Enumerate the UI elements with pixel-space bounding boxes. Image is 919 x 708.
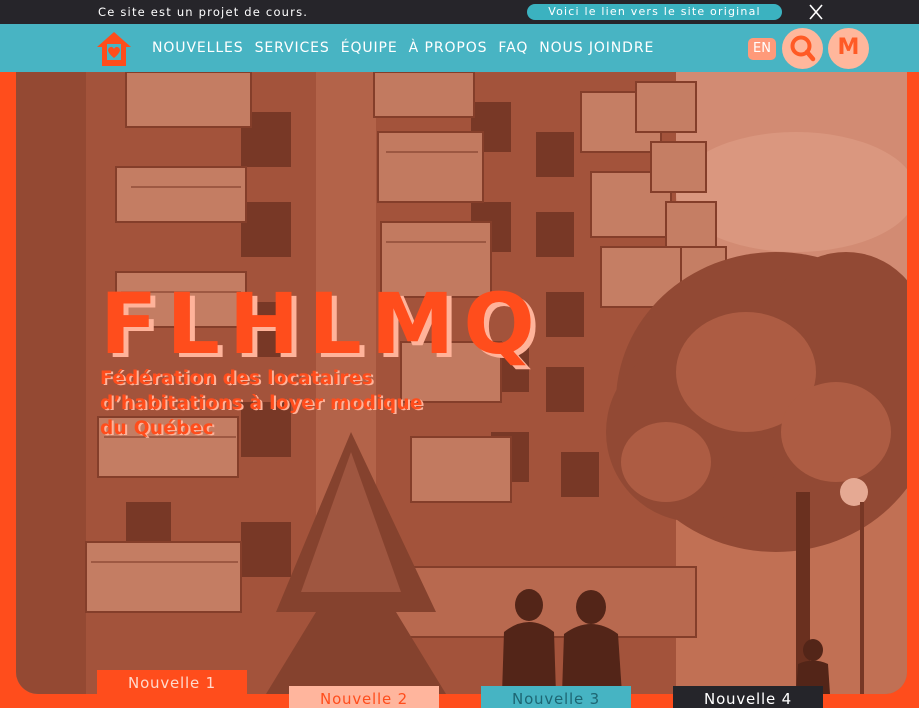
hero-subtitle-line: d’habitations à loyer modique <box>100 393 423 414</box>
language-toggle-button[interactable]: EN <box>748 38 776 60</box>
hero-title: FLHLMQ <box>100 275 544 373</box>
hero-subtitle: Fédération des locataires d’habitations … <box>100 366 544 441</box>
main-navbar: NOUVELLES SERVICES ÉQUIPE À PROPOS FAQ N… <box>0 24 919 72</box>
nav-services[interactable]: SERVICES <box>255 40 330 56</box>
original-site-link[interactable]: Voici le lien vers le site original <box>527 4 782 20</box>
nav-equipe[interactable]: ÉQUIPE <box>341 40 398 56</box>
news-tab-3[interactable]: Nouvelle 3 <box>481 686 631 708</box>
search-button[interactable] <box>782 28 823 69</box>
news-tab-2[interactable]: Nouvelle 2 <box>289 686 439 708</box>
close-icon[interactable] <box>806 3 826 21</box>
hero-subtitle-line: du Québec <box>100 418 214 439</box>
member-button[interactable]: M <box>828 28 869 69</box>
nav-nouvelles[interactable]: NOUVELLES <box>152 40 244 56</box>
hero-title-block: FLHLMQ Fédération des locataires d’habit… <box>100 282 544 441</box>
course-project-banner: Ce site est un projet de cours. Voici le… <box>0 0 919 24</box>
nav-a-propos[interactable]: À PROPOS <box>409 40 488 56</box>
search-icon <box>790 35 816 62</box>
nav-faq[interactable]: FAQ <box>498 40 528 56</box>
hero-banner: FLHLMQ Fédération des locataires d’habit… <box>16 72 907 694</box>
house-heart-icon[interactable] <box>94 30 134 68</box>
news-tab-1[interactable]: Nouvelle 1 <box>97 670 247 698</box>
news-tab-4[interactable]: Nouvelle 4 <box>673 686 823 708</box>
nav-nous-joindre[interactable]: NOUS JOINDRE <box>539 40 654 56</box>
member-initial: M <box>837 35 860 60</box>
main-menu: NOUVELLES SERVICES ÉQUIPE À PROPOS FAQ N… <box>152 40 665 56</box>
banner-message: Ce site est un projet de cours. <box>98 5 309 19</box>
